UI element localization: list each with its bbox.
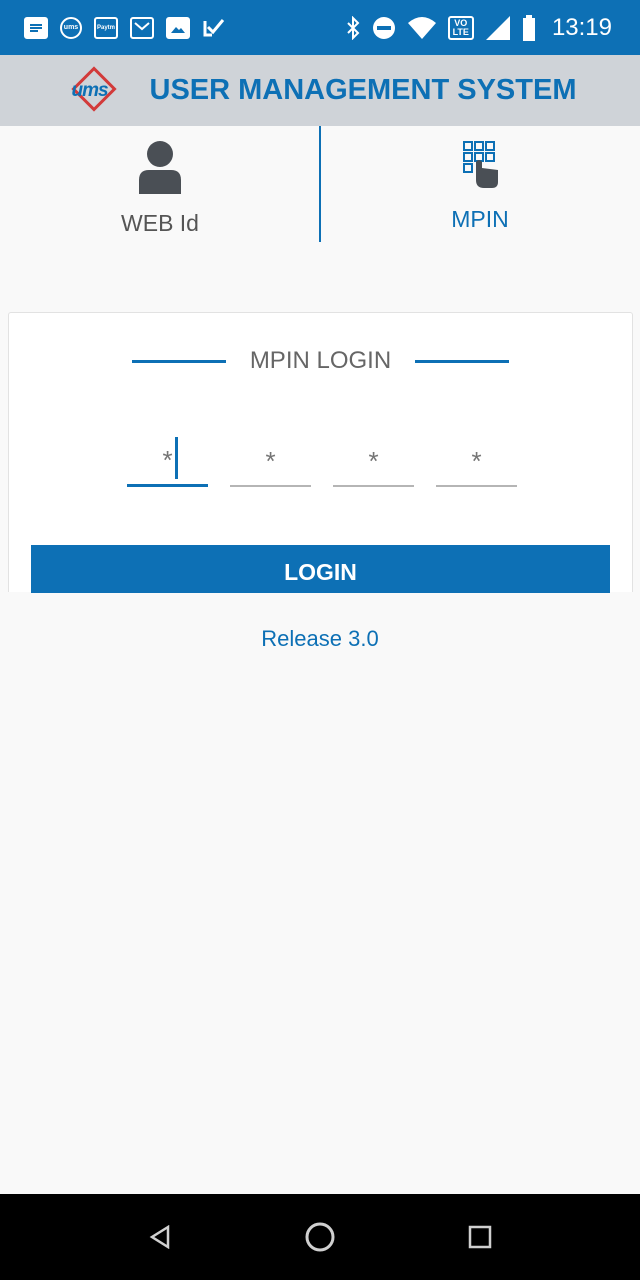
message-icon [24, 16, 48, 39]
check-icon [202, 17, 226, 39]
home-icon [305, 1222, 335, 1252]
status-bar: ums Paytm VO LTE 13:19 [0, 0, 640, 55]
text-caret [175, 437, 178, 479]
recents-button[interactable] [460, 1217, 500, 1257]
pin-digit-1-wrap [127, 431, 208, 487]
volte-bottom-label: LTE [452, 26, 469, 37]
login-method-tabs: WEB Id MPIN [0, 126, 640, 244]
pin-digit-3[interactable] [333, 431, 414, 487]
recents-icon [468, 1225, 492, 1249]
mpin-login-card: MPIN LOGIN LOGIN [8, 312, 633, 593]
tab-divider [319, 126, 321, 242]
pin-digit-2[interactable] [230, 431, 311, 487]
keypad-icon [463, 141, 498, 188]
ums-logo: ums [64, 65, 128, 116]
system-icons: VO LTE 13:19 [346, 14, 612, 42]
notification-icons: ums Paytm [24, 16, 226, 39]
tab-mpin-label: MPIN [451, 206, 509, 232]
title-line-right [415, 359, 510, 363]
tab-web-id-label: WEB Id [121, 210, 199, 236]
app-title: USER MANAGEMENT SYSTEM [149, 74, 577, 106]
user-icon [139, 141, 181, 194]
ums-icon: ums [60, 16, 82, 39]
pin-digit-4[interactable] [436, 431, 517, 487]
release-version: Release 3.0 [261, 626, 379, 651]
paytm-icon-label: Paytm [96, 24, 115, 31]
pin-inputs [127, 431, 517, 491]
gmail-icon [130, 16, 154, 39]
home-button[interactable] [300, 1217, 340, 1257]
pin-digit-1[interactable] [127, 431, 208, 487]
title-line-left [131, 359, 226, 363]
ums-icon-label: ums [63, 24, 79, 31]
signal-icon [485, 15, 510, 40]
volte-icon: VO LTE [447, 15, 474, 40]
dnd-icon [372, 16, 395, 39]
login-button[interactable]: LOGIN [31, 545, 610, 593]
bluetooth-icon [346, 15, 360, 40]
card-title: MPIN LOGIN [249, 347, 392, 374]
navigation-bar [0, 1194, 640, 1280]
logo-text: ums [71, 79, 109, 101]
tab-web-id[interactable]: WEB Id [0, 126, 320, 244]
card-title-row: MPIN LOGIN [9, 347, 632, 375]
tab-mpin[interactable]: MPIN [320, 126, 640, 244]
battery-icon [522, 14, 535, 41]
paytm-icon: Paytm [94, 16, 118, 39]
app-bar: ums USER MANAGEMENT SYSTEM [0, 55, 640, 126]
back-button[interactable] [140, 1217, 180, 1257]
clock: 13:19 [551, 13, 612, 41]
wifi-icon [407, 16, 436, 39]
gallery-icon [166, 16, 190, 39]
back-icon [149, 1225, 170, 1249]
